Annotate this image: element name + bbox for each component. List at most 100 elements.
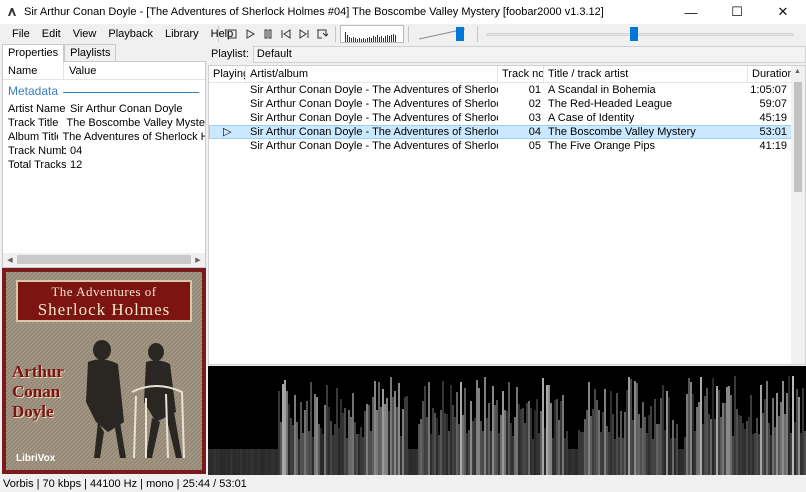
menu-playback[interactable]: Playback [102, 24, 159, 44]
spectrogram-column [574, 449, 576, 475]
spectrogram-column [660, 398, 662, 475]
column-duration-header[interactable]: Duration [748, 66, 793, 83]
spectrogram-column [412, 449, 414, 475]
spectrogram-column [666, 391, 668, 475]
menu-edit[interactable]: Edit [36, 24, 67, 44]
spectrogram-column [592, 409, 594, 475]
playlist-vertical-scrollbar[interactable]: ▲ [791, 66, 805, 364]
spectrogram-column [424, 386, 426, 475]
previous-button[interactable] [277, 25, 295, 43]
spectrogram-column [678, 449, 680, 475]
spectrogram-column [588, 382, 590, 475]
spectrogram-column [682, 449, 684, 475]
property-row[interactable]: Track Title The Boscombe Valley Mystery [3, 116, 205, 130]
track-row[interactable]: Sir Arthur Conan Doyle - The Adventures … [209, 139, 805, 153]
property-row[interactable]: Artist Name Sir Arthur Conan Doyle [3, 102, 205, 116]
spectrogram-column [656, 424, 658, 475]
track-row[interactable]: ▷ Sir Arthur Conan Doyle - The Adventure… [209, 125, 805, 139]
spectrogram-column [780, 402, 782, 475]
track-title: The Boscombe Valley Mystery [548, 126, 696, 138]
seek-thumb[interactable] [630, 27, 638, 41]
column-artist-header[interactable]: Artist/album [246, 66, 498, 83]
scrollbar-thumb[interactable] [17, 255, 191, 264]
scroll-up-icon[interactable]: ▲ [794, 68, 801, 75]
foobar-app-icon[interactable] [0, 0, 24, 24]
property-key: Total Tracks [8, 159, 66, 171]
spectrogram-column [630, 379, 632, 475]
column-playing-header[interactable]: Playing [209, 66, 246, 83]
spectrogram-column [382, 389, 384, 475]
spectrogram-column [650, 406, 652, 475]
spectrogram-column [726, 387, 728, 475]
scroll-right-icon[interactable]: ▶ [191, 253, 205, 267]
spectrogram-column [294, 395, 296, 475]
track-row[interactable]: Sir Arthur Conan Doyle - The Adventures … [209, 111, 805, 125]
menu-file[interactable]: File [6, 24, 36, 44]
close-button[interactable]: ✕ [760, 0, 806, 24]
track-row[interactable]: Sir Arthur Conan Doyle - The Adventures … [209, 97, 805, 111]
spectrogram-column [686, 394, 688, 475]
spectrogram-visualization [208, 366, 806, 475]
spectrogram-column [392, 397, 394, 475]
spectrogram-column [314, 394, 316, 475]
tab-playlists[interactable]: Playlists [64, 44, 117, 61]
spectrogram-column [242, 449, 244, 475]
spectrogram-column [486, 418, 488, 475]
property-row[interactable]: Album TitleThe Adventures of Sherlock Ho… [3, 130, 205, 144]
spectrogram-column [758, 434, 760, 475]
spectrogram-column [344, 408, 346, 475]
spectrogram-column [330, 421, 332, 475]
random-button[interactable] [313, 25, 331, 43]
stop-button[interactable] [223, 25, 241, 43]
spectrogram-column [436, 418, 438, 475]
spectrogram-column [662, 385, 664, 475]
column-value-header[interactable]: Value [64, 65, 96, 77]
cover-author: Arthur Conan Doyle [12, 362, 64, 422]
maximize-button[interactable]: ☐ [714, 0, 760, 24]
track-number: 04 [528, 126, 541, 138]
spectrogram-column [324, 405, 326, 475]
spectrogram-column [288, 404, 290, 475]
spectrogram-column [740, 416, 742, 475]
spectrogram-column [772, 398, 774, 475]
spectrogram-column [408, 449, 410, 475]
pause-button[interactable] [259, 25, 277, 43]
spectrogram-column [334, 424, 336, 475]
minimize-button[interactable]: — [668, 0, 714, 24]
spectrogram-column [540, 411, 542, 475]
album-art: The Adventures of Sherlock Holmes Arthur… [2, 268, 206, 474]
track-row[interactable]: Sir Arthur Conan Doyle - The Adventures … [209, 83, 805, 97]
spectrogram-column [652, 439, 654, 475]
tab-properties[interactable]: Properties [2, 44, 65, 62]
seek-bar[interactable] [486, 25, 794, 43]
menu-view[interactable]: View [67, 24, 103, 44]
play-button[interactable] [241, 25, 259, 43]
scroll-left-icon[interactable]: ◀ [3, 253, 17, 267]
column-title-header[interactable]: Title / track artist [544, 66, 748, 83]
spectrogram-column [632, 420, 634, 475]
volume-thumb[interactable] [456, 27, 464, 41]
column-track-header[interactable]: Track no [498, 66, 544, 83]
spectrogram-column [226, 449, 228, 475]
spectrogram-column [336, 388, 338, 475]
property-row[interactable]: Track Number 04 [3, 144, 205, 158]
property-row[interactable]: Total Tracks 12 [3, 158, 205, 172]
playlist-dropdown[interactable]: Default [252, 45, 806, 63]
title-bar: Sir Arthur Conan Doyle - [The Adventures… [0, 0, 806, 24]
spectrogram-column [366, 404, 368, 475]
volume-slider[interactable] [417, 25, 473, 43]
spectrogram-column [584, 419, 586, 475]
horizontal-scrollbar[interactable]: ◀ ▶ [3, 253, 205, 267]
spectrogram-column [498, 433, 500, 475]
spectrogram-column [658, 424, 660, 475]
next-button[interactable] [295, 25, 313, 43]
scrollbar-thumb[interactable] [794, 82, 802, 192]
spectrogram-column [608, 432, 610, 475]
menu-library[interactable]: Library [159, 24, 205, 44]
spectrogram-column [512, 436, 514, 475]
spectrogram-column [732, 436, 734, 475]
column-name-header[interactable]: Name [3, 62, 64, 80]
spectrogram-column [388, 411, 390, 475]
spectrogram-column [500, 415, 502, 475]
spectrogram-column [638, 414, 640, 475]
